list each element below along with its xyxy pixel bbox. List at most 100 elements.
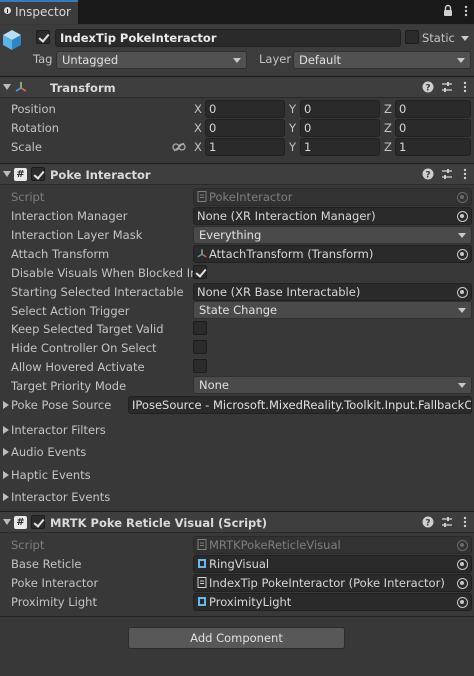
poke-pose-source-label: Poke Pose Source [11, 398, 112, 412]
haptic-events-foldout[interactable]: Haptic Events [11, 467, 91, 483]
select-action-trigger-label: Select Action Trigger [11, 304, 130, 318]
kebab-menu-icon[interactable] [459, 516, 471, 528]
allow-hovered-checkbox[interactable] [193, 359, 207, 373]
rotation-y-field[interactable]: 0 [300, 119, 380, 137]
rotation-y-axis[interactable]: Y [289, 120, 296, 136]
gameobject-name-field[interactable]: IndexTip PokeInteractor [55, 29, 401, 47]
target-priority-dropdown[interactable]: None [193, 376, 472, 394]
layer-dropdown[interactable]: Default [293, 51, 471, 69]
foldout-arrow-icon[interactable] [3, 448, 9, 456]
object-picker-icon[interactable] [457, 597, 468, 608]
preset-sliders-icon[interactable] [441, 81, 453, 93]
object-picker-icon[interactable] [457, 578, 468, 589]
tag-value: Untagged [62, 53, 119, 67]
attach-transform-field[interactable]: AttachTransform (Transform) [193, 245, 472, 263]
interactor-events-foldout[interactable]: Interactor Events [11, 489, 110, 505]
poke-pose-source-field[interactable]: IPoseSource - Microsoft.MixedReality.Too… [128, 396, 472, 414]
object-picker-icon[interactable] [457, 287, 468, 298]
kebab-menu-icon[interactable] [459, 168, 471, 180]
select-action-trigger-value: State Change [199, 303, 278, 317]
script-hash-icon: # [14, 516, 27, 529]
kebab-menu-icon[interactable] [459, 81, 471, 93]
keep-selected-checkbox[interactable] [193, 321, 207, 335]
poke-pose-source-value: IPoseSource - Microsoft.MixedReality.Too… [132, 398, 472, 412]
hide-controller-checkbox[interactable] [193, 340, 207, 354]
disable-visuals-checkbox[interactable] [193, 265, 207, 279]
preset-sliders-icon[interactable] [441, 516, 453, 528]
starting-selected-field[interactable]: None (XR Base Interactable) [193, 283, 472, 301]
position-y-field[interactable]: 0 [300, 100, 380, 118]
position-y-axis[interactable]: Y [289, 101, 296, 117]
script-file-icon [197, 539, 207, 550]
kebab-menu-icon[interactable] [461, 5, 471, 17]
foldout-arrow-icon[interactable] [3, 426, 9, 434]
select-action-trigger-dropdown[interactable]: State Change [193, 301, 472, 319]
reticle-visual-enabled-checkbox[interactable] [31, 515, 45, 529]
poke-script-field: PokeInteractor [193, 188, 472, 206]
scale-x-axis[interactable]: X [194, 139, 202, 155]
interaction-manager-field[interactable]: None (XR Interaction Manager) [193, 207, 472, 225]
tag-dropdown[interactable]: Untagged [56, 51, 247, 69]
rotation-z-axis[interactable]: Z [384, 120, 392, 136]
foldout-arrow-icon[interactable] [3, 171, 11, 177]
foldout-arrow-icon[interactable] [3, 84, 11, 90]
foldout-arrow-icon[interactable] [3, 471, 9, 479]
static-checkbox[interactable] [405, 30, 419, 44]
rotation-x-axis[interactable]: X [194, 120, 202, 136]
transform-header[interactable]: Transform ? [0, 76, 474, 98]
object-picker-icon[interactable] [457, 559, 468, 570]
foldout-arrow-icon[interactable] [3, 401, 9, 409]
chevron-down-icon [233, 58, 241, 63]
gameobject-cube-icon [3, 30, 21, 50]
inspector-window: Inspector IndexTip PokeInteractor Static… [0, 0, 474, 676]
scale-x-field[interactable]: 1 [205, 138, 285, 156]
poke-interactor-ref-value: IndexTip PokeInteractor (Poke Interactor… [209, 576, 445, 590]
allow-hovered-label: Allow Hovered Activate [11, 360, 145, 374]
preset-sliders-icon[interactable] [441, 168, 453, 180]
position-z-field[interactable]: 0 [395, 100, 471, 118]
scale-z-axis[interactable]: Z [384, 139, 392, 155]
layer-mask-value: Everything [199, 228, 262, 242]
help-icon[interactable]: ? [422, 81, 434, 93]
help-icon[interactable]: ? [422, 516, 434, 528]
poke-interactor-header[interactable]: # Poke Interactor ? [0, 163, 474, 185]
scale-z-field[interactable]: 1 [395, 138, 471, 156]
chevron-down-icon [458, 233, 466, 238]
proximity-light-field[interactable]: ProximityLight [193, 593, 472, 611]
layer-mask-dropdown[interactable]: Everything [193, 226, 472, 244]
scale-label: Scale [11, 140, 42, 154]
add-component-button[interactable]: Add Component [128, 627, 345, 649]
position-z-axis[interactable]: Z [384, 101, 392, 117]
tab-inspector[interactable]: Inspector [0, 0, 78, 24]
rotation-x-field[interactable]: 0 [205, 119, 285, 137]
gameobject-active-checkbox[interactable] [36, 30, 50, 44]
static-label: Static [422, 31, 455, 45]
object-picker-icon[interactable] [457, 249, 468, 260]
constrain-proportions-link-icon[interactable] [172, 142, 186, 152]
layer-value: Default [299, 53, 342, 67]
position-x-field[interactable]: 0 [205, 100, 285, 118]
help-icon[interactable]: ? [422, 168, 434, 180]
poke-interactor-title: Poke Interactor [50, 168, 151, 182]
poke-interactor-ref-field[interactable]: IndexTip PokeInteractor (Poke Interactor… [193, 574, 472, 592]
reticle-visual-header[interactable]: # MRTK Poke Reticle Visual (Script) ? [0, 511, 474, 533]
scale-y-field[interactable]: 1 [300, 138, 380, 156]
target-priority-value: None [199, 378, 230, 392]
static-dropdown-icon[interactable] [457, 30, 473, 46]
scale-y-axis[interactable]: Y [289, 139, 296, 155]
foldout-arrow-icon[interactable] [3, 519, 11, 525]
tab-bar: Inspector [0, 0, 474, 24]
poke-interactor-enabled-checkbox[interactable] [31, 167, 45, 181]
object-picker-icon[interactable] [457, 211, 468, 222]
audio-events-foldout[interactable]: Audio Events [11, 444, 86, 460]
interaction-manager-value: None (XR Interaction Manager) [197, 209, 376, 223]
lock-icon[interactable] [443, 4, 453, 17]
rotation-z-field[interactable]: 0 [395, 119, 471, 137]
foldout-arrow-icon[interactable] [3, 493, 9, 501]
svg-text:?: ? [425, 519, 430, 529]
base-reticle-field[interactable]: RingVisual [193, 555, 472, 573]
tab-label: Inspector [15, 5, 71, 19]
interactor-filters-foldout[interactable]: Interactor Filters [11, 422, 106, 438]
position-x-axis[interactable]: X [194, 101, 202, 117]
chevron-down-icon [458, 383, 466, 388]
